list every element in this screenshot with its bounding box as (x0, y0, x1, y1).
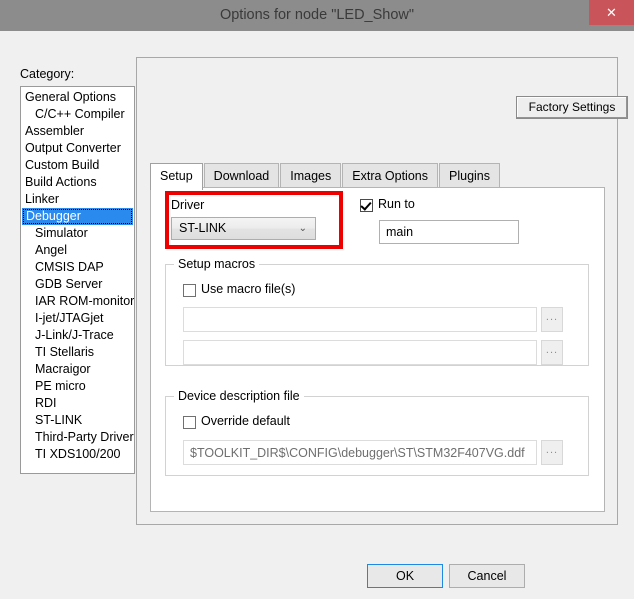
category-item-label: Linker (25, 192, 60, 206)
run-to-checkbox[interactable] (360, 199, 373, 212)
category-item-cmsis-dap[interactable]: CMSIS DAP (21, 259, 134, 276)
use-macro-files-label: Use macro file(s) (201, 282, 296, 296)
window-title: Options for node "LED_Show" (219, 7, 415, 23)
device-description-title: Device description file (174, 389, 304, 403)
category-item-label: Assembler (25, 124, 85, 138)
category-label: Category: (20, 67, 75, 81)
category-item-angel[interactable]: Angel (21, 242, 134, 259)
device-description-browse-button[interactable]: ... (541, 440, 563, 465)
cancel-button[interactable]: Cancel (449, 564, 525, 588)
category-item-label: Custom Build (25, 158, 100, 172)
category-item-label: ST-LINK (35, 413, 83, 427)
tab-download[interactable]: Download (203, 163, 280, 188)
category-item-ti-stellaris[interactable]: TI Stellaris (21, 344, 134, 361)
device-description-path-input[interactable] (183, 440, 537, 465)
category-item-debugger[interactable]: Debugger (22, 208, 133, 225)
category-item-assembler[interactable]: Assembler (21, 123, 134, 140)
setup-macros-title: Setup macros (174, 257, 260, 271)
category-item-label: General Options (25, 90, 117, 104)
category-item-label: Angel (35, 243, 67, 257)
category-item-st-link[interactable]: ST-LINK (21, 412, 134, 429)
options-panel: Factory Settings Setup Download Images Extr… (136, 57, 628, 525)
title-bar: Options for node "LED_Show" ✕ (0, 0, 634, 31)
tab-images[interactable]: Images (280, 163, 342, 188)
driver-label: Driver (171, 198, 205, 212)
category-item-label: GDB Server (35, 277, 103, 291)
category-list[interactable]: General Options C/C++ Compiler Assembler Ou… (20, 86, 135, 474)
category-item-label: IAR ROM-monitor (35, 294, 135, 308)
close-icon[interactable]: ✕ (589, 0, 634, 25)
category-item-label: Simulator (35, 226, 88, 240)
category-item-label: Debugger (26, 209, 81, 223)
tab-label: Setup (160, 169, 193, 183)
macro-file-2-browse-button[interactable]: ... (541, 340, 563, 365)
tab-label: Images (290, 169, 332, 183)
category-item-label: Macraigor (35, 362, 91, 376)
category-item-pe-micro[interactable]: PE micro (21, 378, 134, 395)
tab-label: Plugins (449, 169, 490, 183)
tab-plugins[interactable]: Plugins (439, 163, 500, 188)
tab-label: Download (213, 169, 270, 183)
category-item-c-c-compiler[interactable]: C/C++ Compiler (21, 106, 134, 123)
ok-button[interactable]: OK (367, 564, 443, 588)
category-item-iar-rom-monitor[interactable]: IAR ROM-monitor (21, 293, 134, 310)
chevron-down-icon: ⌄ (298, 223, 307, 234)
category-item-output-converter[interactable]: Output Converter (21, 140, 134, 157)
category-item-build-actions[interactable]: Build Actions (21, 174, 134, 191)
macro-file-2-input[interactable] (183, 340, 537, 365)
driver-selected-value: ST-LINK (179, 221, 227, 235)
override-default-label: Override default (201, 414, 290, 428)
category-item-simulator[interactable]: Simulator (21, 225, 134, 242)
category-item-label: Output Converter (25, 141, 121, 155)
category-item-gdb-server[interactable]: GDB Server (21, 276, 134, 293)
setup-tab-panel: Driver ST-LINK ⌄ Run to Setup macros Use… (150, 187, 605, 512)
override-default-checkbox[interactable] (183, 416, 196, 429)
category-item-label: C/C++ Compiler (35, 107, 125, 121)
tab-label: Extra Options (352, 169, 428, 183)
category-item-i-jet-jtagjet[interactable]: I-jet/JTAGjet (21, 310, 134, 327)
tab-extra-options[interactable]: Extra Options (342, 163, 438, 188)
category-item-label: PE micro (35, 379, 86, 393)
run-to-label: Run to (378, 197, 415, 211)
macro-file-1-browse-button[interactable]: ... (541, 307, 563, 332)
category-item-rdi[interactable]: RDI (21, 395, 134, 412)
category-item-label: CMSIS DAP (35, 260, 104, 274)
run-to-input[interactable] (379, 220, 519, 244)
category-item-linker[interactable]: Linker (21, 191, 134, 208)
category-item-label: I-jet/JTAGjet (35, 311, 104, 325)
use-macro-files-checkbox[interactable] (183, 284, 196, 297)
factory-settings-button[interactable]: Factory Settings (516, 96, 628, 119)
category-item-third-party-driver[interactable]: Third-Party Driver (21, 429, 134, 446)
category-item-label: TI XDS100/200 (35, 447, 121, 461)
macro-file-1-input[interactable] (183, 307, 537, 332)
category-item-custom-build[interactable]: Custom Build (21, 157, 134, 174)
driver-combobox[interactable]: ST-LINK ⌄ (171, 217, 316, 240)
category-item-label: TI Stellaris (35, 345, 95, 359)
category-item-label: J-Link/J-Trace (35, 328, 114, 342)
dialog-body: Category: General Options C/C++ Compiler A… (0, 31, 634, 599)
category-item-label: Third-Party Driver (35, 430, 134, 444)
tab-strip[interactable]: Setup Download Images Extra Options Plugins (150, 163, 605, 190)
category-item-ti-xds100-200[interactable]: TI XDS100/200 (21, 446, 134, 463)
category-item-label: RDI (35, 396, 57, 410)
category-item-label: Build Actions (25, 175, 97, 189)
tab-setup[interactable]: Setup (150, 163, 203, 190)
category-item-j-link-j-trace[interactable]: J-Link/J-Trace (21, 327, 134, 344)
category-item-macraigor[interactable]: Macraigor (21, 361, 134, 378)
category-item-general-options[interactable]: General Options (21, 89, 134, 106)
